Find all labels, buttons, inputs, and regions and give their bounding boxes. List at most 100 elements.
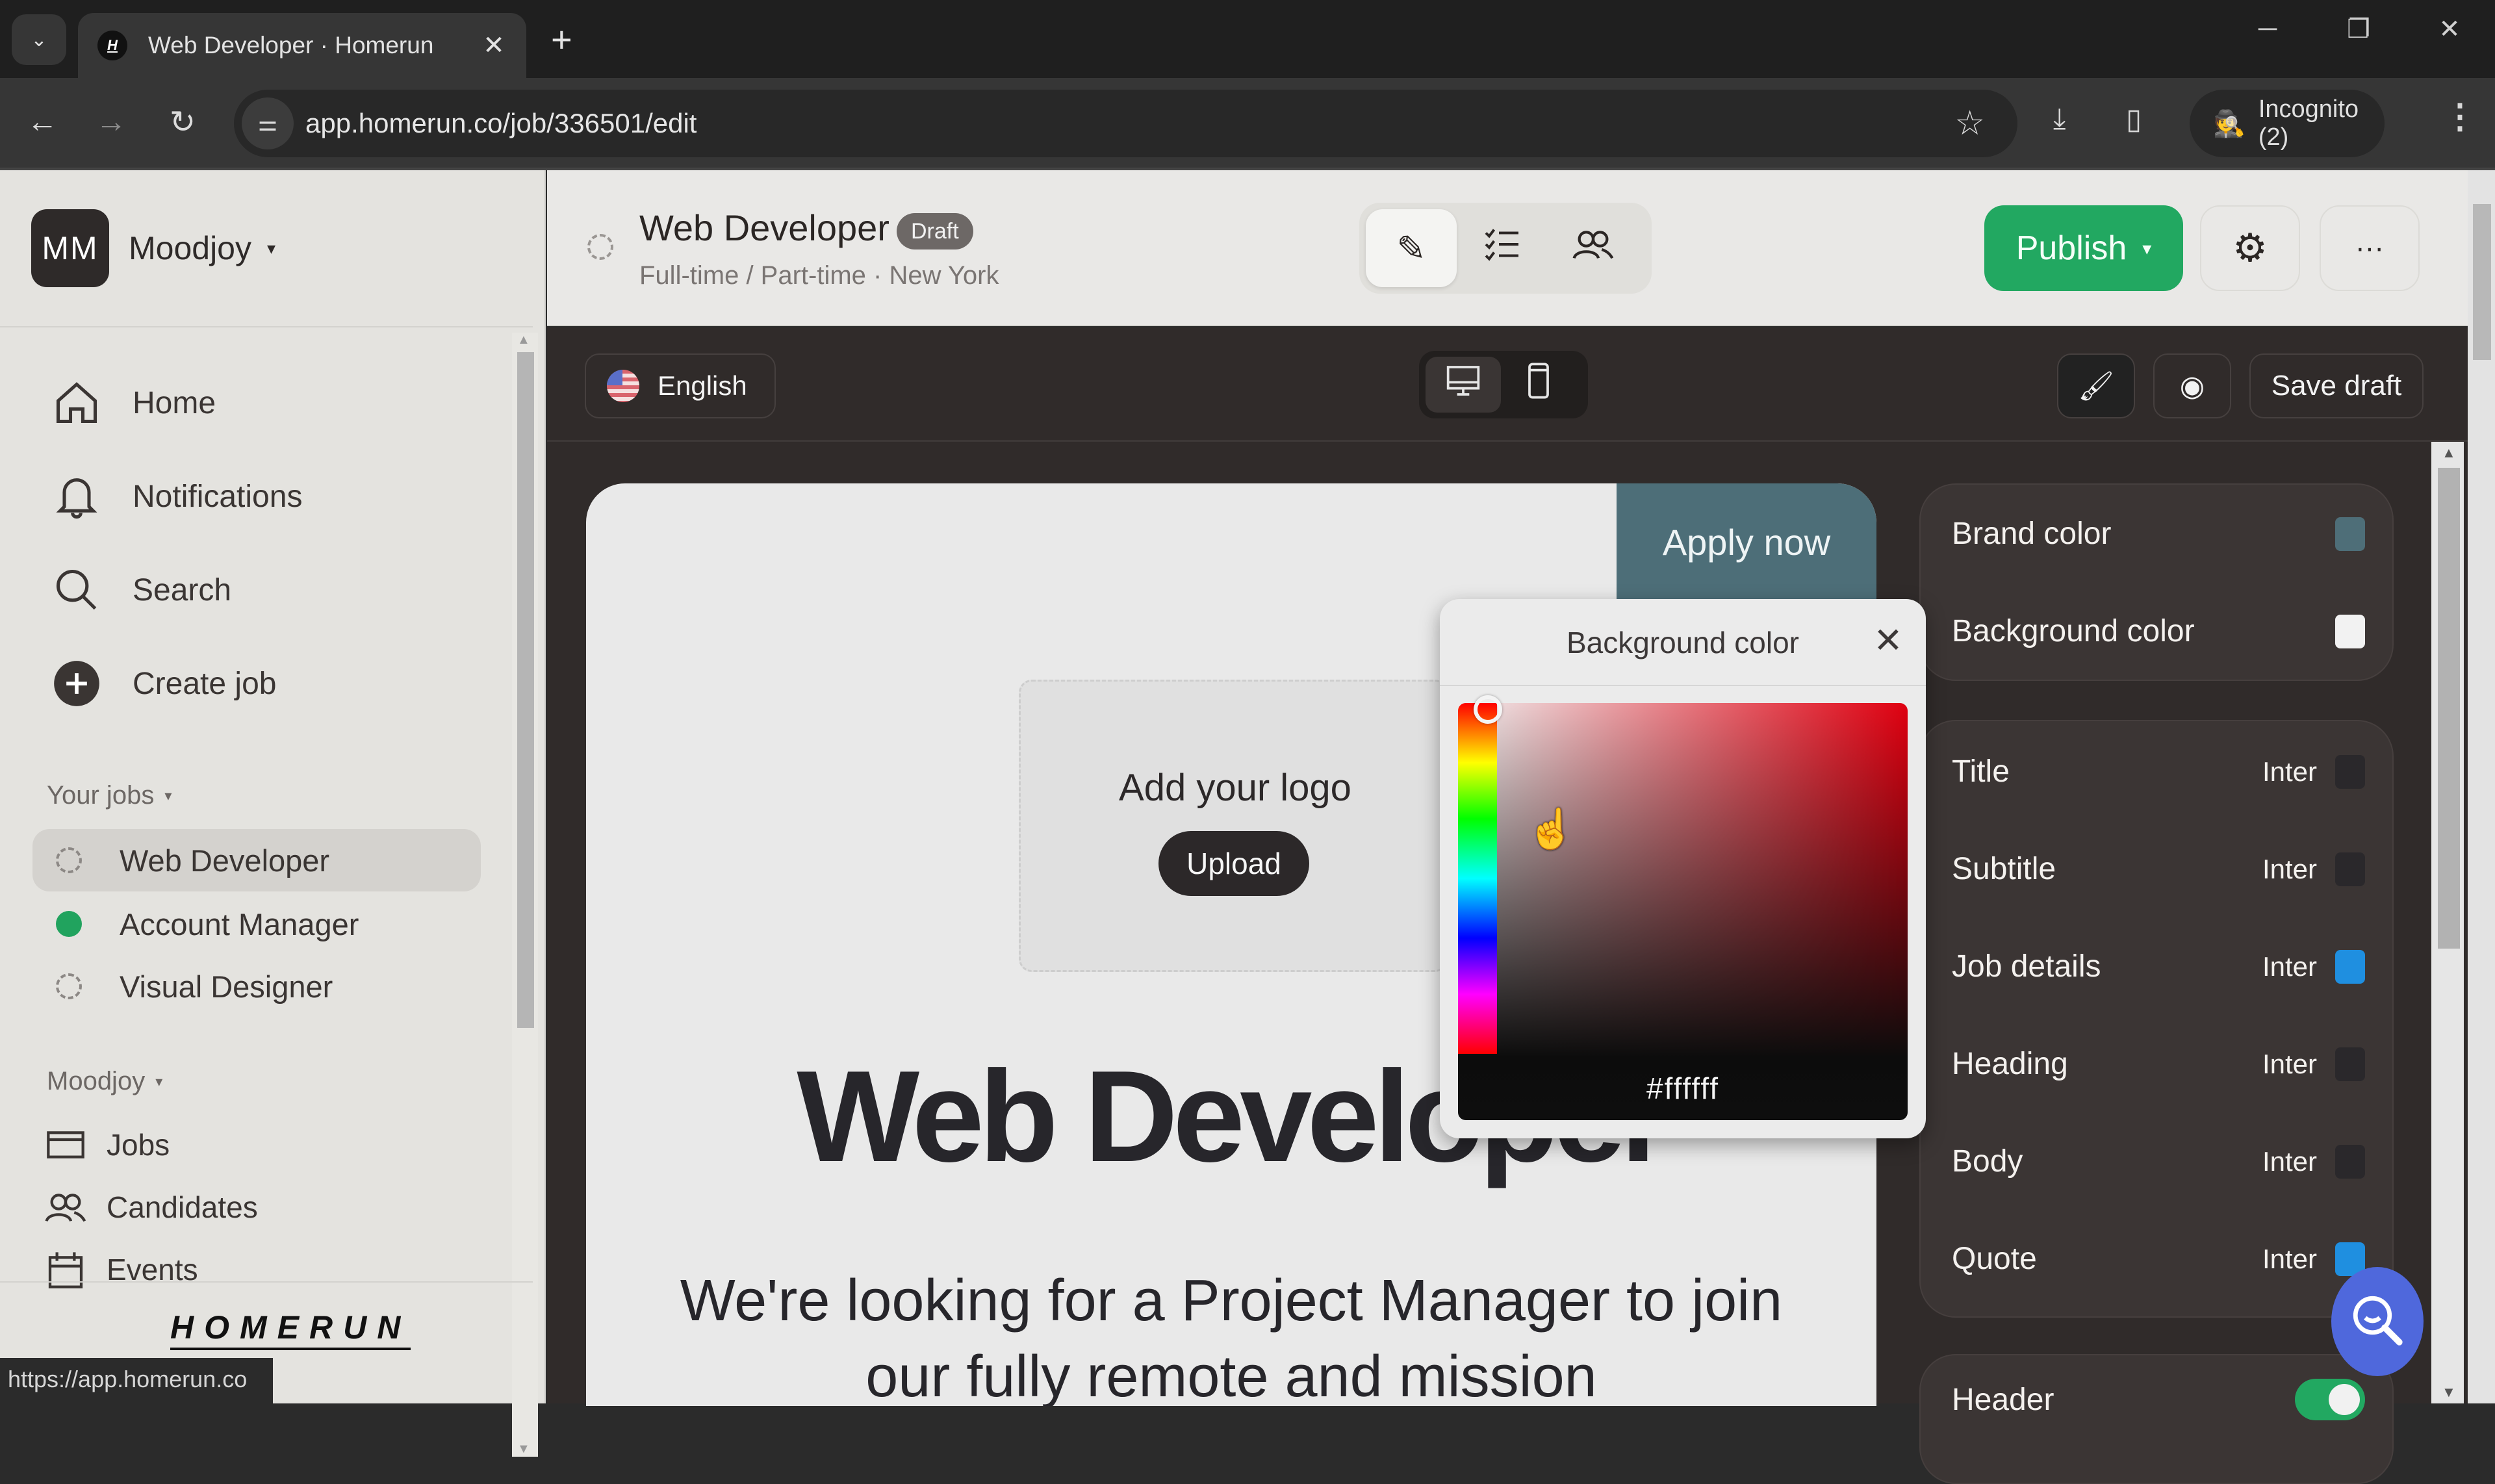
more-options-button[interactable]: ··· <box>2320 205 2420 291</box>
font-name[interactable]: Inter <box>2262 1244 2317 1275</box>
minimize-icon[interactable]: ─ <box>2242 14 2294 44</box>
color-swatch[interactable] <box>2335 949 2365 984</box>
sidebar-item-home[interactable]: Home <box>51 377 216 429</box>
typography-row-subtitle[interactable]: Subtitle Inter <box>1952 851 2365 887</box>
sidebar-job-web-developer[interactable]: Web Developer <box>32 829 481 891</box>
tab-close-icon[interactable]: ✕ <box>474 31 513 60</box>
scrollbar-thumb[interactable] <box>517 352 534 1028</box>
reload-icon[interactable]: ↻ <box>160 104 205 140</box>
search-icon <box>51 564 103 616</box>
font-name[interactable]: Inter <box>2262 1049 2317 1080</box>
style-brush-button[interactable]: 🖌 <box>2057 353 2135 418</box>
draft-status-icon <box>587 234 613 260</box>
color-swatch[interactable] <box>2335 852 2365 886</box>
candidates-tab[interactable] <box>1548 209 1639 287</box>
job-header: Web Developer Draft Full-time / Part-tim… <box>547 170 2468 326</box>
header-toggle[interactable] <box>2295 1379 2365 1420</box>
hue-slider[interactable] <box>1458 703 1497 1054</box>
people-icon <box>1572 224 1614 274</box>
section-row-header[interactable]: Header <box>1952 1379 2365 1420</box>
font-name[interactable]: Inter <box>2262 951 2317 982</box>
row-label: Job details <box>1952 949 2101 984</box>
job-title: Web Developer <box>639 207 889 248</box>
section-label: Moodjoy <box>47 1067 146 1095</box>
scrollbar-thumb[interactable] <box>2473 204 2491 360</box>
job-view-switch: ✎ <box>1359 203 1652 294</box>
tab-search-button[interactable]: ⌄ <box>12 14 66 65</box>
your-jobs-section[interactable]: Your jobs ▾ <box>47 781 172 810</box>
close-icon[interactable]: ✕ <box>1869 621 1908 660</box>
url-text[interactable]: app.homerun.co/job/336501/edit <box>305 108 697 139</box>
typography-row-title[interactable]: Title Inter <box>1952 754 2365 789</box>
org-switcher[interactable]: MM Moodjoy ▾ <box>31 209 275 287</box>
color-swatch[interactable] <box>2335 1047 2365 1081</box>
font-name[interactable]: Inter <box>2262 756 2317 787</box>
back-icon[interactable]: ← <box>19 104 65 140</box>
logo-upload-area[interactable]: Add your logo Upload <box>1019 680 1448 972</box>
sidebar-item-candidates[interactable]: Candidates <box>43 1181 258 1233</box>
publish-button[interactable]: Publish ▾ <box>1984 205 2183 291</box>
sidebar-item-search[interactable]: Search <box>51 564 231 616</box>
mobile-preview-button[interactable] <box>1501 357 1576 413</box>
hex-value[interactable]: #ffffff <box>1458 1071 1908 1106</box>
color-swatch[interactable] <box>2335 1144 2365 1179</box>
preview-button[interactable]: ◉ <box>2153 353 2231 418</box>
sidebar-item-create-job[interactable]: Create job <box>51 658 276 710</box>
language-selector[interactable]: English <box>585 353 776 418</box>
app-sidebar: MM Moodjoy ▾ Home Notifications Search C… <box>0 170 546 1457</box>
caret-down-icon: ▾ <box>164 787 172 804</box>
org-section[interactable]: Moodjoy ▾ <box>47 1067 162 1096</box>
font-name[interactable]: Inter <box>2262 854 2317 885</box>
brand-color-row[interactable]: Brand color <box>1952 516 2365 552</box>
save-draft-label: Save draft <box>2271 370 2402 402</box>
scroll-down-icon[interactable]: ▼ <box>517 1442 530 1457</box>
incognito-indicator[interactable]: 🕵 Incognito (2) <box>2190 90 2385 157</box>
typography-row-job-details[interactable]: Job details Inter <box>1952 949 2365 984</box>
sidebar-item-notifications[interactable]: Notifications <box>51 470 302 522</box>
job-settings-button[interactable]: ⚙ <box>2200 205 2300 291</box>
edit-job-tab[interactable]: ✎ <box>1366 209 1457 287</box>
color-handle[interactable] <box>1474 695 1502 724</box>
saturation-value-field[interactable]: #ffffff <box>1458 703 1908 1120</box>
bookmark-star-icon[interactable]: ☆ <box>1954 104 1985 143</box>
typography-row-body[interactable]: Body Inter <box>1952 1144 2365 1179</box>
sidebar-item-jobs[interactable]: Jobs <box>43 1119 170 1171</box>
browser-toolbar: ← → ↻ ⚌ app.homerun.co/job/336501/edit ☆… <box>0 78 2495 170</box>
typography-row-quote[interactable]: Quote Inter <box>1952 1241 2365 1277</box>
upload-button[interactable]: Upload <box>1158 831 1309 896</box>
save-draft-button[interactable]: Save draft <box>2249 353 2424 418</box>
divider <box>1440 685 1926 686</box>
download-icon[interactable]: ⤓ <box>2053 103 2066 135</box>
scroll-up-icon[interactable]: ▲ <box>517 333 530 348</box>
page-scrollbar[interactable] <box>2468 170 2495 1403</box>
typography-row-heading[interactable]: Heading Inter <box>1952 1046 2365 1082</box>
font-name[interactable]: Inter <box>2262 1146 2317 1177</box>
desktop-preview-button[interactable] <box>1426 357 1501 413</box>
site-info-icon[interactable]: ⚌ <box>242 97 294 149</box>
forward-icon[interactable]: → <box>88 104 134 140</box>
restore-icon[interactable]: ❐ <box>2333 14 2385 44</box>
help-search-button[interactable] <box>2331 1267 2424 1376</box>
row-label: Heading <box>1952 1047 2068 1081</box>
color-swatch[interactable] <box>2335 614 2365 648</box>
new-tab-button[interactable]: + <box>551 18 572 60</box>
scroll-down-icon[interactable]: ▼ <box>2442 1384 2456 1401</box>
scrollbar-thumb[interactable] <box>2438 468 2460 949</box>
job-meta: Full-time / Part-time · New York <box>639 261 999 290</box>
editor-scrollbar[interactable]: ▲ ▼ <box>2431 442 2464 1403</box>
color-swatch[interactable] <box>2335 517 2365 551</box>
job-checklist-tab[interactable] <box>1457 209 1548 287</box>
scroll-up-icon[interactable]: ▲ <box>2442 444 2456 461</box>
sidebar-job-visual-designer[interactable]: Visual Designer <box>32 955 481 1017</box>
apply-now-button[interactable]: Apply now <box>1617 483 1876 600</box>
address-bar[interactable]: ⚌ app.homerun.co/job/336501/edit ☆ <box>234 90 2017 157</box>
side-panel-icon[interactable]: ▯ <box>2126 103 2142 136</box>
divider <box>0 326 533 327</box>
browser-menu-icon[interactable]: ⋮ <box>2443 97 2477 136</box>
browser-tab-active[interactable]: H Web Developer · Homerun ✕ <box>78 13 526 78</box>
color-swatch[interactable] <box>2335 754 2365 789</box>
window-close-icon[interactable]: ✕ <box>2424 14 2476 44</box>
preview-lead-text[interactable]: We're looking for a Project Manager to j… <box>677 1263 1785 1406</box>
background-color-row[interactable]: Background color <box>1952 613 2365 649</box>
sidebar-job-account-manager[interactable]: Account Manager <box>32 893 481 955</box>
